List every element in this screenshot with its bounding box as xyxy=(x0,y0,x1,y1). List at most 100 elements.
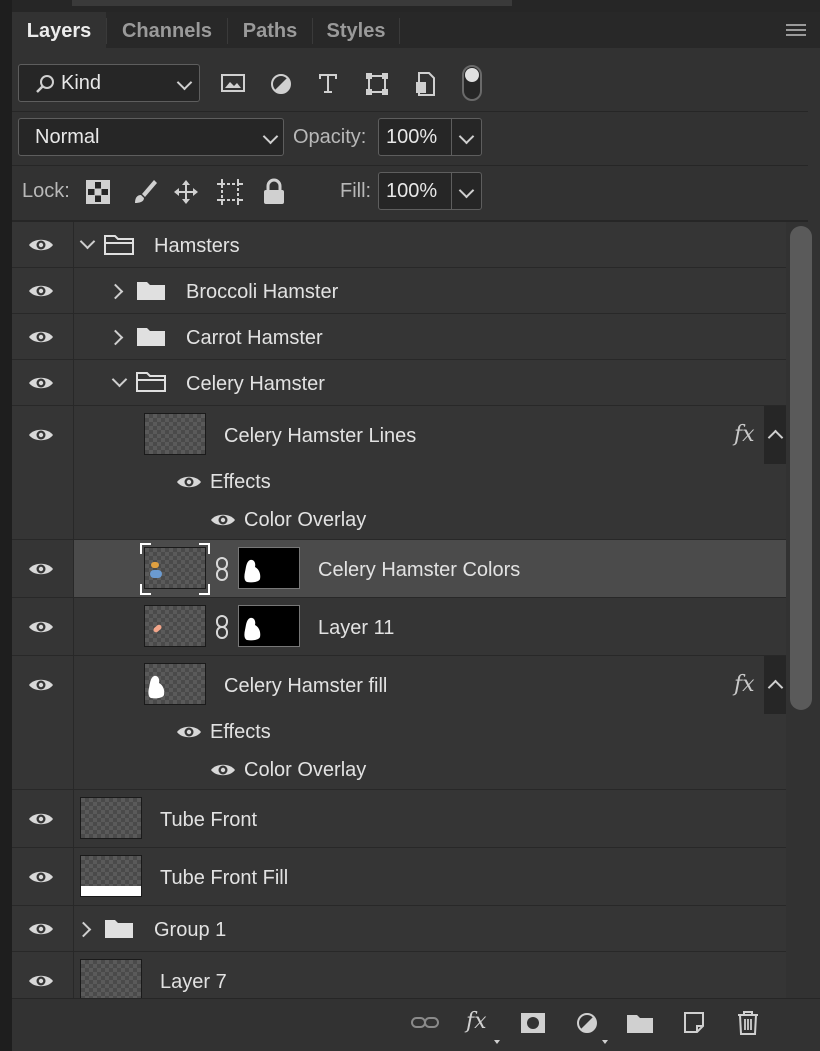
add-layer-style-icon[interactable]: fx xyxy=(466,1009,487,1034)
new-adjustment-layer-icon[interactable] xyxy=(575,1011,599,1035)
layer-row-carrot-hamster[interactable]: Carrot Hamster xyxy=(12,314,786,360)
layer-row-celery-hamster-colors[interactable]: Celery Hamster Colors xyxy=(12,540,786,598)
new-group-folder-icon[interactable] xyxy=(626,1012,654,1034)
chevron-up-icon xyxy=(767,429,784,446)
effects-visibility-eye-icon[interactable] xyxy=(176,474,202,490)
layer-fx-icon[interactable]: fx xyxy=(734,672,755,697)
lock-transparency-icon[interactable] xyxy=(86,180,110,204)
layer-mask-thumbnail[interactable] xyxy=(238,605,300,647)
layer-thumbnail xyxy=(80,855,142,897)
filter-kind-label: Kind xyxy=(61,72,102,94)
smart-object-filter-icon[interactable] xyxy=(414,71,438,97)
filter-toggle-switch[interactable] xyxy=(462,65,482,101)
new-layer-icon[interactable] xyxy=(682,1010,706,1036)
effects-label: Effects xyxy=(210,721,271,743)
expand-chevron-icon[interactable] xyxy=(107,283,124,300)
lock-pixels-brush-icon[interactable] xyxy=(132,178,158,206)
layer-thumbnail xyxy=(144,413,206,455)
link-layers-icon[interactable] xyxy=(410,1014,440,1032)
visibility-eye-icon[interactable] xyxy=(28,619,54,635)
delete-layer-trash-icon[interactable] xyxy=(736,1010,760,1036)
shape-filter-icon[interactable] xyxy=(364,71,390,97)
dropdown-indicator xyxy=(602,1040,608,1044)
layer-row-celery-hamster-lines[interactable]: Celery Hamster Lines fx Effects Color Ov… xyxy=(12,406,786,540)
open-folder-icon xyxy=(136,371,166,393)
chevron-down-icon xyxy=(262,128,279,145)
panel-menu-icon[interactable] xyxy=(786,24,806,39)
visibility-eye-icon[interactable] xyxy=(28,237,54,253)
scrollbar-thumb[interactable] xyxy=(790,226,812,710)
selection-corners-icon xyxy=(140,543,210,595)
effect-visibility-eye-icon[interactable] xyxy=(210,512,236,528)
expand-chevron-icon[interactable] xyxy=(75,921,92,938)
mask-link-chain-icon[interactable] xyxy=(215,615,229,639)
layer-mask-thumbnail[interactable] xyxy=(238,547,300,589)
visibility-eye-icon[interactable] xyxy=(28,283,54,299)
layer-row-celery-hamster[interactable]: Celery Hamster xyxy=(12,360,786,406)
layer-row-tube-front[interactable]: Tube Front xyxy=(12,790,786,848)
layer-row-layer-11[interactable]: Layer 11 xyxy=(12,598,786,656)
layer-fx-icon[interactable]: fx xyxy=(734,422,755,447)
opacity-dropdown-icon[interactable] xyxy=(458,128,475,145)
layer-thumbnail xyxy=(144,663,206,705)
folder-icon xyxy=(136,279,166,301)
visibility-eye-icon[interactable] xyxy=(28,869,54,885)
opacity-field[interactable]: 100% xyxy=(378,118,482,156)
folder-icon xyxy=(136,325,166,347)
effects-toggle[interactable] xyxy=(764,656,786,714)
lock-artboard-icon[interactable] xyxy=(216,178,244,206)
layer-row-layer-7[interactable]: Layer 7 xyxy=(12,952,786,998)
layer-name: Hamsters xyxy=(154,235,240,257)
layer-name: Group 1 xyxy=(154,919,227,941)
search-icon xyxy=(36,75,54,93)
image-filter-icon[interactable] xyxy=(220,72,246,94)
layer-row-broccoli-hamster[interactable]: Broccoli Hamster xyxy=(12,268,786,314)
lock-position-move-icon[interactable] xyxy=(172,178,200,206)
layer-row-tube-front-fill[interactable]: Tube Front Fill xyxy=(12,848,786,906)
panel-tabs: Layers Channels Paths Styles xyxy=(12,12,820,48)
tab-channels[interactable]: Channels xyxy=(107,12,227,48)
effect-name[interactable]: Color Overlay xyxy=(244,509,366,532)
visibility-eye-icon[interactable] xyxy=(28,427,54,443)
mask-link-chain-icon[interactable] xyxy=(215,557,229,581)
chevron-up-icon xyxy=(767,679,784,696)
layer-name: Tube Front xyxy=(160,809,258,831)
effect-visibility-eye-icon[interactable] xyxy=(210,762,236,778)
layer-row-hamsters[interactable]: Hamsters xyxy=(12,222,786,268)
type-filter-icon[interactable] xyxy=(316,71,340,95)
tab-styles[interactable]: Styles xyxy=(313,12,399,48)
tab-paths[interactable]: Paths xyxy=(228,12,312,48)
fill-field[interactable]: 100% xyxy=(378,172,482,210)
visibility-eye-icon[interactable] xyxy=(28,561,54,577)
layer-name: Celery Hamster Lines xyxy=(224,425,417,447)
filter-kind-select[interactable]: Kind xyxy=(18,64,200,102)
lock-all-icon[interactable] xyxy=(262,178,286,206)
effects-visibility-eye-icon[interactable] xyxy=(176,724,202,740)
visibility-eye-icon[interactable] xyxy=(28,811,54,827)
visibility-eye-icon[interactable] xyxy=(28,677,54,693)
blend-mode-select[interactable]: Normal xyxy=(18,118,284,156)
fill-value[interactable]: 100% xyxy=(386,180,437,203)
layer-row-celery-hamster-fill[interactable]: Celery Hamster fill fx Effects Color Ove… xyxy=(12,656,786,790)
open-folder-icon xyxy=(104,234,134,256)
expand-chevron-icon[interactable] xyxy=(107,329,124,346)
folder-icon xyxy=(104,917,134,939)
visibility-eye-icon[interactable] xyxy=(28,329,54,345)
layer-row-group-1[interactable]: Group 1 xyxy=(12,906,786,952)
fill-dropdown-icon[interactable] xyxy=(458,182,475,199)
visibility-eye-icon[interactable] xyxy=(28,375,54,391)
visibility-eye-icon[interactable] xyxy=(28,973,54,989)
divider xyxy=(12,111,808,112)
collapse-chevron-icon[interactable] xyxy=(111,371,128,388)
opacity-value[interactable]: 100% xyxy=(386,126,437,149)
opacity-label: Opacity: xyxy=(293,126,367,148)
collapse-chevron-icon[interactable] xyxy=(79,233,96,250)
tab-layers[interactable]: Layers xyxy=(12,12,106,48)
add-mask-icon[interactable] xyxy=(520,1012,546,1034)
layer-thumbnail xyxy=(80,959,142,998)
effects-toggle[interactable] xyxy=(764,406,786,464)
effect-name[interactable]: Color Overlay xyxy=(244,759,366,782)
visibility-eye-icon[interactable] xyxy=(28,921,54,937)
adjustment-filter-icon[interactable] xyxy=(269,72,293,96)
layer-thumbnail xyxy=(144,605,206,647)
